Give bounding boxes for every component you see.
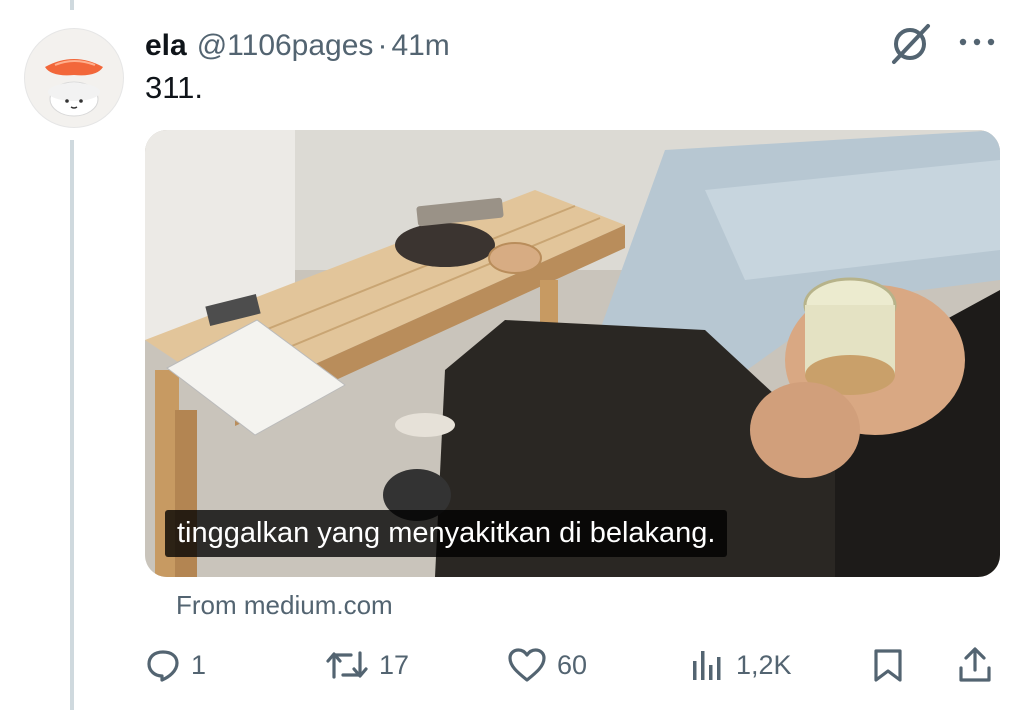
heart-icon [508,648,546,682]
repost-button[interactable]: 17 [325,640,409,690]
like-count: 60 [557,649,588,680]
repost-icon [326,651,368,679]
media-caption: tinggalkan yang menyakitkan di belakang. [165,510,728,557]
thread-line [70,140,74,710]
author-handle[interactable]: @1106pages [197,29,374,63]
action-bar: 1 17 60 1,2K [145,640,1000,690]
post-text: 311. [145,70,204,105]
avatar[interactable] [24,28,124,128]
thread-line-top [70,0,74,10]
more-icon[interactable] [955,30,999,54]
source-label[interactable]: From medium.com [176,590,393,621]
post-header: ela @1106pages · 41m [145,26,450,66]
author-name[interactable]: ela [145,29,187,63]
analytics-icon [693,651,721,680]
bookmark-icon [874,649,902,682]
repost-count: 17 [379,649,410,680]
post-timestamp[interactable]: 41m [391,29,449,63]
share-icon [959,647,991,682]
views-count: 1,2K [736,649,792,680]
share-button[interactable] [957,640,993,690]
post-media[interactable]: tinggalkan yang menyakitkan di belakang. [145,130,1000,577]
reply-button[interactable]: 1 [145,640,206,690]
reply-count: 1 [191,649,207,680]
avatar-image [45,59,103,117]
views-button[interactable]: 1,2K [690,640,792,690]
bookmark-button[interactable] [871,640,905,690]
grok-icon[interactable] [886,22,934,66]
like-button[interactable]: 60 [507,640,587,690]
separator-dot: · [377,29,388,62]
reply-icon [147,650,179,682]
